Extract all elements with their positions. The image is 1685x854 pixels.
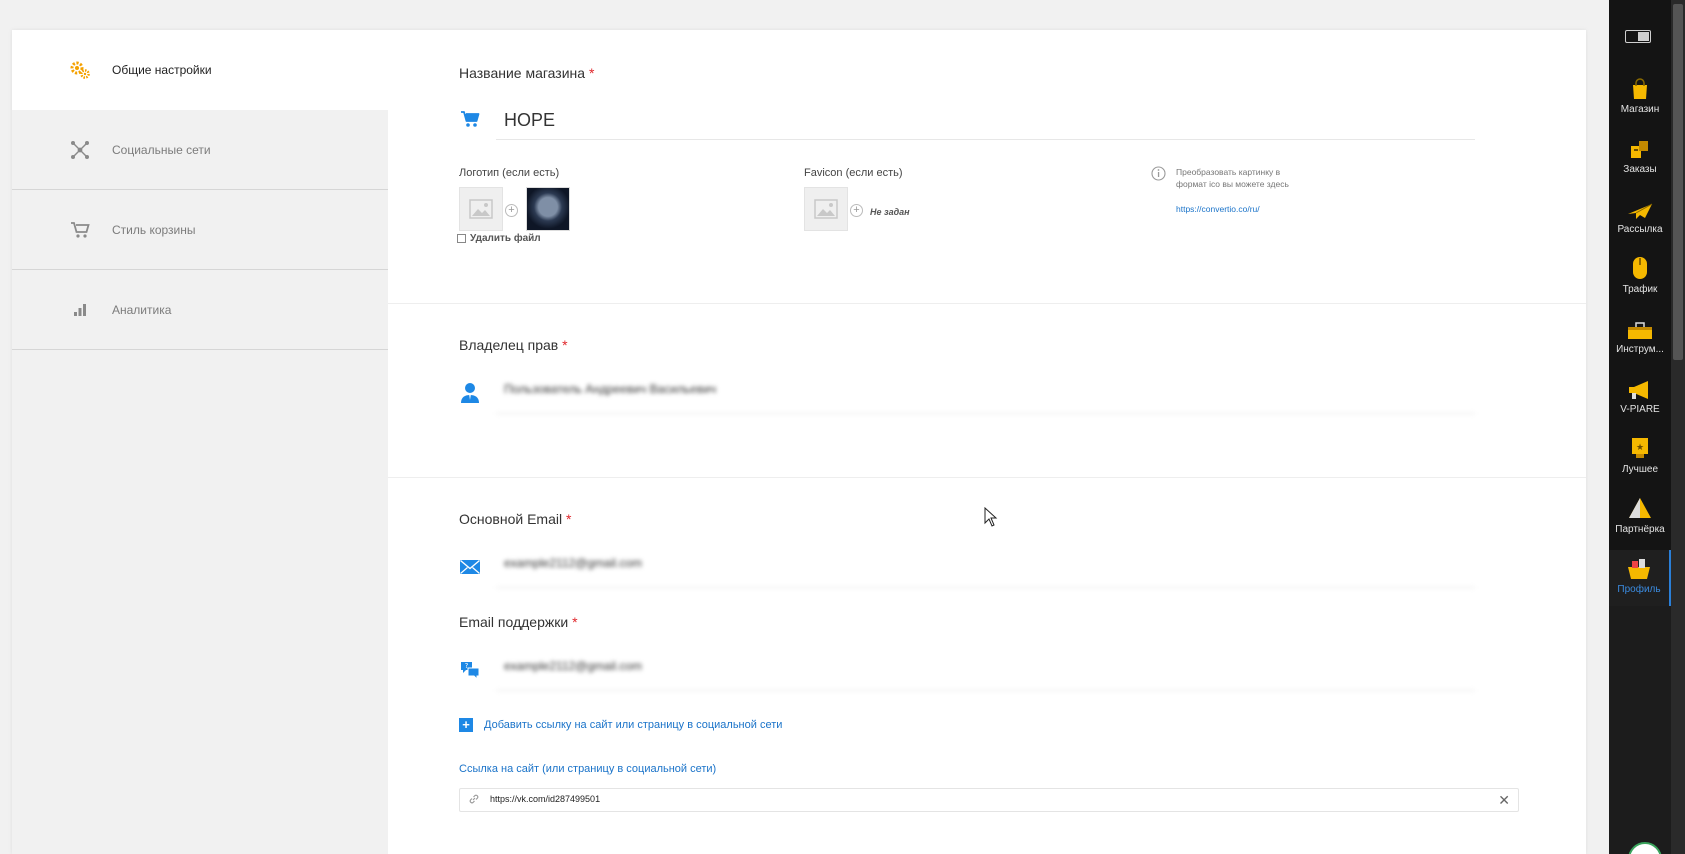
shopping-bag-icon [1633,78,1647,99]
settings-content: Название магазина * HOPE Логотип (если е… [388,30,1586,854]
section-divider [388,303,1586,304]
svg-text:★: ★ [1636,443,1644,453]
support-email-field[interactable]: ? example2112@gmail.com [459,651,1475,691]
logo-label: Логотип (если есть) [459,167,560,179]
user-icon [459,382,481,404]
clear-link-button[interactable]: ✕ [1498,792,1510,809]
info-icon [1151,166,1166,186]
envelope-icon [459,556,481,578]
app-sidebar-tail [1609,606,1671,854]
cart-icon [459,108,481,130]
owner-title: Владелец прав * [459,337,568,353]
favicon-upload[interactable] [804,187,848,231]
menu-item-cart-style[interactable]: Стиль корзины [12,190,388,270]
menu-item-label: Аналитика [112,302,172,317]
trophy-icon: ★ [1632,438,1648,458]
section-divider [388,477,1586,478]
network-icon [68,138,92,162]
paper-plane-icon [1628,203,1653,219]
link-icon [468,793,480,808]
appbar-item-vpiare[interactable]: V-PIARE [1609,370,1671,430]
favicon-label: Favicon (если есть) [804,167,903,179]
image-placeholder-icon [469,199,493,219]
menu-item-social[interactable]: Социальные сети [12,110,388,190]
store-name-title: Название магазина * [459,65,595,81]
sidebar-toggle-icon[interactable] [1625,30,1651,43]
plus-square-icon: + [459,718,473,732]
image-placeholder-icon [814,199,838,219]
svg-text:?: ? [465,662,469,670]
delete-file-row: Удалить файл [457,233,541,244]
app-sidebar: Магазин Заказы Рассылка Трафик Инструм..… [1609,0,1671,610]
delete-file-label: Удалить файл [470,233,541,244]
pyramid-icon [1629,498,1651,518]
site-link-input[interactable]: https://vk.com/id287499501 [490,794,600,804]
toolbox-icon [1628,322,1652,339]
logo-upload[interactable] [459,187,503,231]
favicon-status: Не задан [870,207,910,217]
appbar-item-orders[interactable]: Заказы [1609,130,1671,190]
support-email-title: Email поддержки * [459,614,578,630]
appbar-item-tools[interactable]: Инструм... [1609,310,1671,370]
add-favicon-button[interactable]: + [850,204,863,217]
owner-input[interactable]: Пользователь Андреевич Васильевич [496,374,1475,414]
support-chat-icon: ? [459,659,481,681]
site-link-field[interactable]: https://vk.com/id287499501 ✕ [459,788,1519,812]
mouse-cursor-icon [984,507,998,527]
boxes-icon [1631,141,1648,158]
appbar-item-mailing[interactable]: Рассылка [1609,190,1671,250]
cart-icon [68,218,92,242]
logo-image [526,187,570,231]
store-name-field[interactable]: HOPE [459,100,1475,140]
main-email-field[interactable]: example2112@gmail.com [459,548,1475,588]
convertio-link[interactable]: https://convertio.co/ru/ [1176,204,1260,214]
appbar-item-partner[interactable]: Партнёрка [1609,490,1671,550]
settings-menu: Общие настройки Социальные сети Стиль ко… [12,30,388,854]
scrollbar-thumb[interactable] [1673,4,1683,360]
site-link-label: Ссылка на сайт (или страницу в социально… [459,763,717,775]
main-email-title: Основной Email * [459,511,572,527]
main-email-input[interactable]: example2112@gmail.com [496,548,1475,588]
add-logo-button[interactable]: + [505,204,518,217]
menu-item-label: Стиль корзины [112,222,196,237]
appbar-item-best[interactable]: ★ Лучшее [1609,430,1671,490]
menu-item-analytics[interactable]: Аналитика [12,270,388,350]
menu-item-label: Общие настройки [112,63,212,77]
appbar-item-traffic[interactable]: Трафик [1609,250,1671,310]
profile-basket-icon [1628,559,1650,579]
delete-file-checkbox[interactable] [457,234,466,243]
ico-hint: Преобразовать картинку в формат ico вы м… [1176,167,1289,189]
settings-card: Общие настройки Социальные сети Стиль ко… [12,30,1586,854]
store-name-input[interactable]: HOPE [496,100,1475,140]
mouse-icon [1633,257,1647,279]
add-link-button[interactable]: + Добавить ссылку на сайт или страницу в… [459,718,782,732]
appbar-item-profile[interactable]: Профиль [1609,550,1671,610]
megaphone-icon [1629,381,1648,399]
menu-item-label: Социальные сети [112,142,211,157]
appbar-item-shop[interactable]: Магазин [1609,70,1671,130]
gears-icon [68,58,92,82]
bar-chart-icon [68,298,92,322]
menu-item-general[interactable]: Общие настройки [12,30,388,110]
owner-field[interactable]: Пользователь Андреевич Васильевич [459,374,1475,414]
add-link-label: Добавить ссылку на сайт или страницу в с… [484,719,783,731]
support-email-input[interactable]: example2112@gmail.com [496,651,1475,691]
